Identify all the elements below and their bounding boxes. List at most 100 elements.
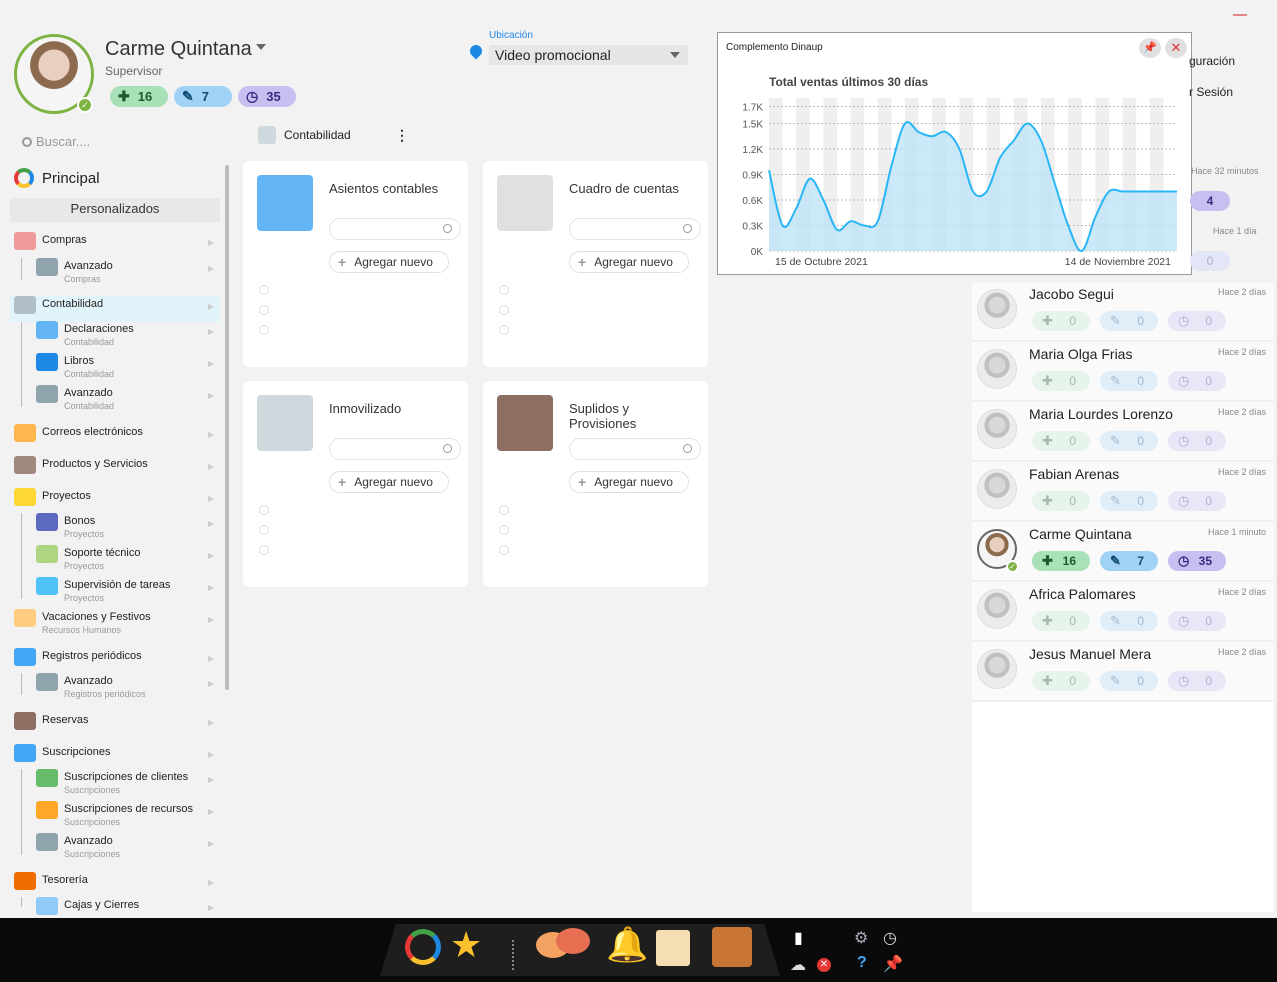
user-row[interactable]: Maria Lourdes Lorenzo Hace 2 días ✚ 0 ✎ 0 ◷ 0 bbox=[972, 402, 1274, 462]
config-link[interactable]: guración bbox=[1189, 54, 1235, 68]
error-icon[interactable]: ✕ bbox=[817, 958, 831, 972]
cloud-icon[interactable]: ☁ bbox=[790, 955, 806, 975]
sidebar-item[interactable]: Productos y Servicios ▶ bbox=[10, 456, 220, 482]
sidebar-principal[interactable]: Principal bbox=[14, 168, 100, 188]
card-search-input[interactable] bbox=[569, 218, 701, 240]
dinaup-ring-icon[interactable] bbox=[405, 929, 441, 965]
edited-count-badge[interactable]: ✎ 0 bbox=[1100, 671, 1158, 691]
sidebar-item[interactable]: Tesorería ▶ bbox=[10, 872, 220, 898]
device-icon[interactable]: ▮ bbox=[794, 928, 803, 948]
card-search-input[interactable] bbox=[329, 218, 461, 240]
edited-count-badge[interactable]: ✎ 0 bbox=[1100, 311, 1158, 331]
history-count-badge[interactable]: ◷ 0 bbox=[1168, 491, 1226, 511]
sidebar-item[interactable]: Proyectos ▶ bbox=[10, 488, 220, 514]
sidebar-item[interactable]: Suscripciones de clientes Suscripciones ▶ bbox=[10, 769, 220, 795]
add-new-button[interactable]: + Agregar nuevo bbox=[329, 471, 449, 493]
chat-icon-2[interactable] bbox=[556, 928, 590, 954]
expand-arrow-icon[interactable]: ▶ bbox=[208, 430, 214, 439]
expand-arrow-icon[interactable]: ▶ bbox=[208, 359, 214, 368]
user-name[interactable]: Carme Quintana bbox=[105, 38, 252, 61]
edited-count-badge[interactable]: ✎ 0 bbox=[1100, 611, 1158, 631]
more-options-icon[interactable]: ⋮ bbox=[395, 127, 409, 144]
wallet-icon[interactable] bbox=[712, 927, 752, 967]
sidebar-item[interactable]: Avanzado Registros periódicos ▶ bbox=[10, 673, 220, 699]
add-new-button[interactable]: + Agregar nuevo bbox=[329, 251, 449, 273]
added-count-badge[interactable]: ✚ 0 bbox=[1032, 371, 1090, 391]
expand-arrow-icon[interactable]: ▶ bbox=[208, 615, 214, 624]
user-row[interactable]: Maria Olga Frias Hace 2 días ✚ 0 ✎ 0 ◷ 0 bbox=[972, 342, 1274, 402]
expand-arrow-icon[interactable]: ▶ bbox=[208, 679, 214, 688]
notes-icon[interactable] bbox=[656, 930, 690, 966]
edited-count-badge[interactable]: ✎ 7 bbox=[174, 86, 232, 107]
minimize-button[interactable] bbox=[1233, 14, 1247, 16]
sidebar-item[interactable]: Vacaciones y Festivos Recursos Humanos ▶ bbox=[10, 609, 220, 635]
edited-count-badge[interactable]: ✎ 0 bbox=[1100, 431, 1158, 451]
personalizados-tab[interactable]: Personalizados bbox=[10, 198, 220, 222]
sidebar-item[interactable]: Correos electrónicos ▶ bbox=[10, 424, 220, 450]
history-count-badge[interactable]: ◷ 0 bbox=[1168, 671, 1226, 691]
added-count-badge[interactable]: ✚ 0 bbox=[1032, 671, 1090, 691]
sidebar-item[interactable]: Suscripciones de recursos Suscripciones ▶ bbox=[10, 801, 220, 827]
breadcrumb[interactable]: Contabilidad bbox=[258, 126, 351, 144]
user-row[interactable]: Jesus Manuel Mera Hace 2 días ✚ 0 ✎ 0 ◷ 0 bbox=[972, 642, 1274, 702]
added-count-badge[interactable]: ✚ 16 bbox=[1032, 551, 1090, 571]
added-count-badge[interactable]: ✚ 0 bbox=[1032, 311, 1090, 331]
history-count-badge[interactable]: ◷ 0 bbox=[1168, 311, 1226, 331]
edited-count-badge[interactable]: ✎ 0 bbox=[1100, 371, 1158, 391]
bell-icon[interactable]: 🔔 bbox=[606, 927, 648, 963]
sidebar-item[interactable]: Soporte técnico Proyectos ▶ bbox=[10, 545, 220, 571]
user-row[interactable]: Fabian Arenas Hace 2 días ✚ 0 ✎ 0 ◷ 0 bbox=[972, 462, 1274, 522]
expand-arrow-icon[interactable]: ▶ bbox=[208, 878, 214, 887]
user-row[interactable]: Africa Palomares Hace 2 días ✚ 0 ✎ 0 ◷ 0 bbox=[972, 582, 1274, 642]
expand-arrow-icon[interactable]: ▶ bbox=[208, 718, 214, 727]
history-count-badge[interactable]: ◷ 0 bbox=[1168, 611, 1226, 631]
user-row[interactable]: ✓ Carme Quintana Hace 1 minuto ✚ 16 ✎ 7 ◷ 35 bbox=[972, 522, 1274, 582]
module-card[interactable]: Asientos contables + Agregar nuevo bbox=[243, 161, 468, 367]
expand-arrow-icon[interactable]: ▶ bbox=[208, 551, 214, 560]
expand-arrow-icon[interactable]: ▶ bbox=[208, 462, 214, 471]
added-count-badge[interactable]: ✚ 0 bbox=[1032, 491, 1090, 511]
history-count-badge[interactable]: 4 bbox=[1190, 191, 1230, 211]
history-count-badge[interactable]: ◷ 0 bbox=[1168, 431, 1226, 451]
sidebar-item[interactable]: Compras ▶ bbox=[10, 232, 220, 258]
location-select[interactable]: Video promocional bbox=[489, 45, 688, 65]
expand-arrow-icon[interactable]: ▶ bbox=[208, 750, 214, 759]
history-count-badge[interactable]: ◷ 35 bbox=[1168, 551, 1226, 571]
sidebar-scrollbar[interactable] bbox=[225, 165, 229, 690]
star-icon[interactable]: ★ bbox=[450, 927, 482, 963]
added-count-badge[interactable]: ✚ 0 bbox=[1032, 611, 1090, 631]
added-count-badge[interactable]: ✚ 0 bbox=[1032, 431, 1090, 451]
expand-arrow-icon[interactable]: ▶ bbox=[208, 654, 214, 663]
sidebar-item[interactable]: Suscripciones ▶ bbox=[10, 744, 220, 770]
user-row[interactable]: Jacobo Segui Hace 2 días ✚ 0 ✎ 0 ◷ 0 bbox=[972, 282, 1274, 342]
history-count-badge[interactable]: 0 bbox=[1190, 251, 1230, 271]
expand-arrow-icon[interactable]: ▶ bbox=[208, 238, 214, 247]
pin-icon[interactable]: 📌 bbox=[1139, 38, 1161, 58]
pin-icon[interactable]: 📌 bbox=[883, 954, 903, 974]
module-card[interactable]: Cuadro de cuentas + Agregar nuevo bbox=[483, 161, 708, 367]
expand-arrow-icon[interactable]: ▶ bbox=[208, 264, 214, 273]
logout-link[interactable]: r Sesión bbox=[1189, 85, 1233, 99]
expand-arrow-icon[interactable]: ▶ bbox=[208, 839, 214, 848]
sidebar-item[interactable]: Avanzado Contabilidad ▶ bbox=[10, 385, 220, 411]
sidebar-item[interactable]: Contabilidad ▶ bbox=[10, 296, 220, 322]
sidebar-search[interactable]: Buscar.... bbox=[22, 134, 90, 149]
sidebar-item[interactable]: Reservas ▶ bbox=[10, 712, 220, 738]
user-menu-caret-icon[interactable] bbox=[256, 44, 266, 50]
expand-arrow-icon[interactable]: ▶ bbox=[208, 583, 214, 592]
module-card[interactable]: Suplidos y Provisiones + Agregar nuevo bbox=[483, 381, 708, 587]
card-search-input[interactable] bbox=[329, 438, 461, 460]
history-count-badge[interactable]: ◷ 0 bbox=[1168, 371, 1226, 391]
module-card[interactable]: Inmovilizado + Agregar nuevo bbox=[243, 381, 468, 587]
expand-arrow-icon[interactable]: ▶ bbox=[208, 903, 214, 912]
history-count-badge[interactable]: ◷ 35 bbox=[238, 86, 296, 107]
card-search-input[interactable] bbox=[569, 438, 701, 460]
sidebar-item[interactable]: Avanzado Compras ▶ bbox=[10, 258, 220, 284]
sidebar-item[interactable]: Supervisión de tareas Proyectos ▶ bbox=[10, 577, 220, 603]
expand-arrow-icon[interactable]: ▶ bbox=[208, 302, 214, 311]
expand-arrow-icon[interactable]: ▶ bbox=[208, 494, 214, 503]
edited-count-badge[interactable]: ✎ 7 bbox=[1100, 551, 1158, 571]
sidebar-item[interactable]: Declaraciones Contabilidad ▶ bbox=[10, 321, 220, 347]
add-new-button[interactable]: + Agregar nuevo bbox=[569, 251, 689, 273]
expand-arrow-icon[interactable]: ▶ bbox=[208, 391, 214, 400]
